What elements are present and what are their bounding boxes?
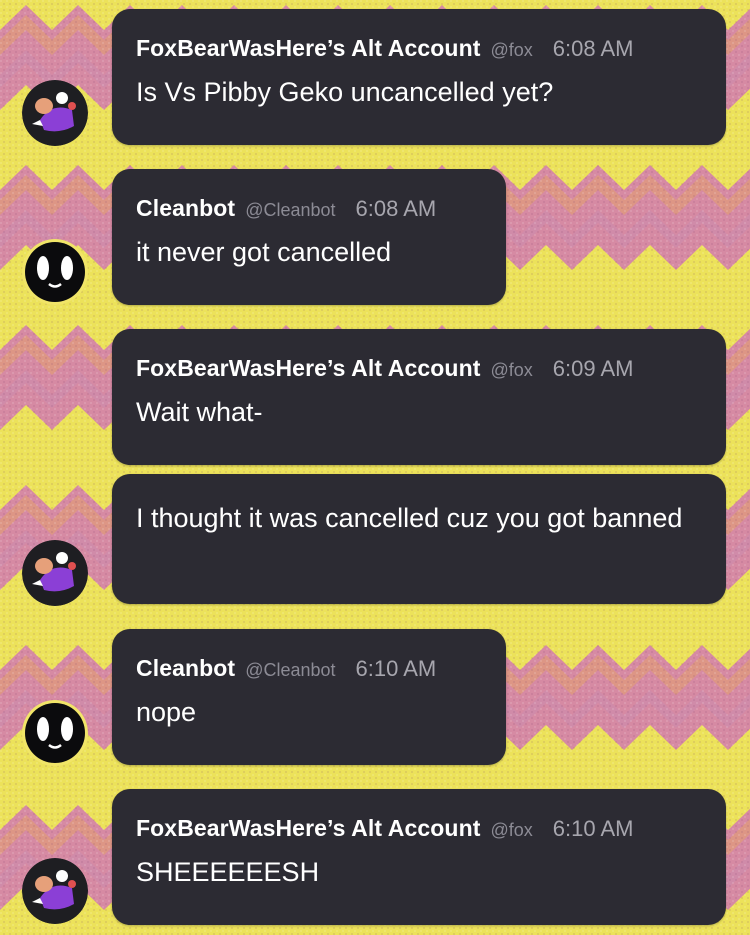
message-timestamp: 6:10 AM <box>552 816 634 841</box>
foxbear-avatar-icon <box>22 858 88 924</box>
message-text: it never got cancelled <box>136 237 392 267</box>
foxbear-avatar-icon <box>22 80 88 146</box>
message-feed[interactable]: FoxBearWasHere’s Alt Account @fox 6:08 A… <box>0 0 750 935</box>
message-text: Is Vs Pibby Geko uncancelled yet? <box>136 77 554 107</box>
author-name[interactable]: FoxBearWasHere’s Alt Account <box>136 355 480 382</box>
author-name[interactable]: Cleanbot <box>136 655 235 682</box>
cleanbot-avatar-icon <box>22 239 88 305</box>
message-header: FoxBearWasHere’s Alt Account @fox 6:10 A… <box>136 815 702 843</box>
message-text: I thought it was cancelled cuz you got b… <box>136 503 683 533</box>
author-handle[interactable]: @fox <box>490 820 532 841</box>
author-handle[interactable]: @fox <box>490 360 532 381</box>
author-handle[interactable]: @Cleanbot <box>245 200 335 221</box>
foxbear-avatar-icon <box>22 540 88 606</box>
message-header: FoxBearWasHere’s Alt Account @fox 6:08 A… <box>136 35 702 63</box>
foxbear-avatar-icon[interactable] <box>22 540 88 606</box>
message-bubble[interactable]: Cleanbot @Cleanbot 6:10 AM nope <box>112 629 506 765</box>
message-bubble[interactable]: FoxBearWasHere’s Alt Account @fox 6:08 A… <box>112 9 726 145</box>
message-timestamp: 6:09 AM <box>552 356 634 381</box>
author-name[interactable]: Cleanbot <box>136 195 235 222</box>
message-text: nope <box>136 697 197 727</box>
message-header: Cleanbot @Cleanbot 6:08 AM <box>136 195 482 223</box>
author-name[interactable]: FoxBearWasHere’s Alt Account <box>136 35 480 62</box>
message-header: Cleanbot @Cleanbot 6:10 AM <box>136 655 482 683</box>
cleanbot-avatar-icon <box>22 700 88 766</box>
message-timestamp: 6:10 AM <box>355 656 437 681</box>
message-bubble[interactable]: I thought it was cancelled cuz you got b… <box>112 474 726 604</box>
author-handle[interactable]: @Cleanbot <box>245 660 335 681</box>
message-timestamp: 6:08 AM <box>552 36 634 61</box>
message-bubble[interactable]: FoxBearWasHere’s Alt Account @fox 6:10 A… <box>112 789 726 925</box>
message-text: SHEEEEEESH <box>136 857 320 887</box>
foxbear-avatar-icon[interactable] <box>22 858 88 924</box>
message-text: Wait what- <box>136 397 263 427</box>
cleanbot-avatar-icon[interactable] <box>22 700 88 766</box>
message-timestamp: 6:08 AM <box>355 196 437 221</box>
message-header: FoxBearWasHere’s Alt Account @fox 6:09 A… <box>136 355 702 383</box>
message-bubble[interactable]: FoxBearWasHere’s Alt Account @fox 6:09 A… <box>112 329 726 465</box>
foxbear-avatar-icon[interactable] <box>22 80 88 146</box>
author-handle[interactable]: @fox <box>490 40 532 61</box>
author-name[interactable]: FoxBearWasHere’s Alt Account <box>136 815 480 842</box>
cleanbot-avatar-icon[interactable] <box>22 239 88 305</box>
message-bubble[interactable]: Cleanbot @Cleanbot 6:08 AM it never got … <box>112 169 506 305</box>
